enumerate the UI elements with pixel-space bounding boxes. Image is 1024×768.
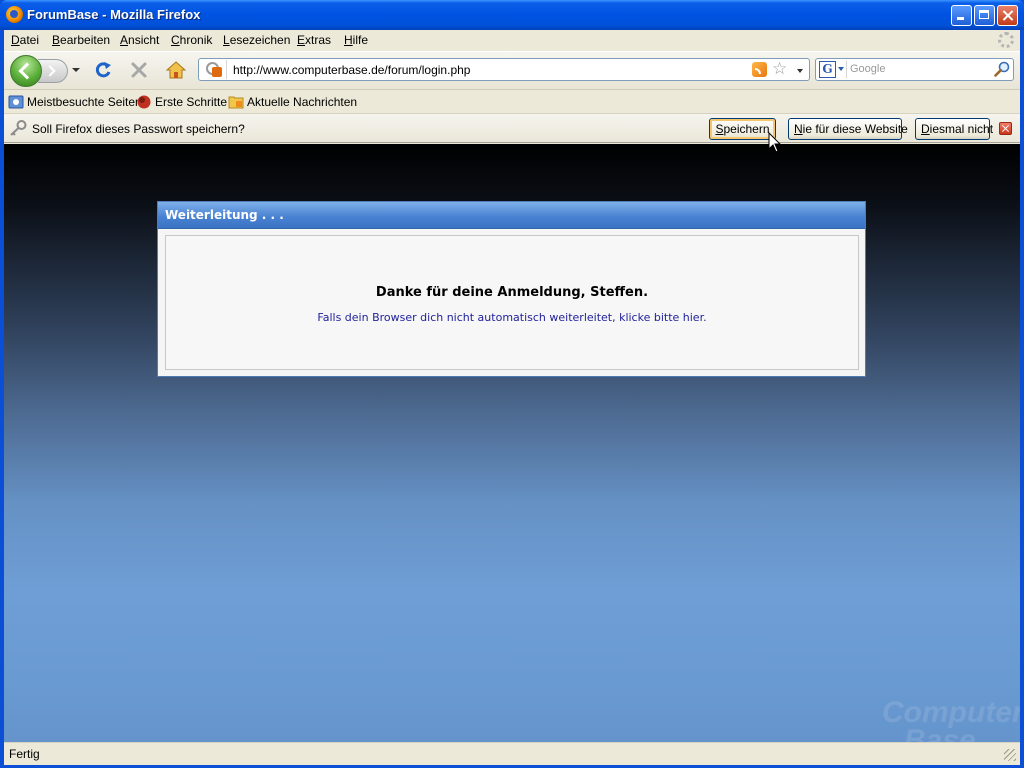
engine-dropdown-icon xyxy=(838,67,844,71)
window-frame-right xyxy=(1020,30,1024,768)
bookmarks-toolbar: Meistbesuchte Seiten Erste Schritte Aktu… xyxy=(4,90,1020,114)
back-button[interactable] xyxy=(10,55,42,87)
resize-grip-icon[interactable] xyxy=(1004,749,1016,761)
menu-hilfe[interactable]: Hilfe xyxy=(344,33,368,47)
bookmark-meistbesuchte-seiten[interactable]: Meistbesuchte Seiten xyxy=(8,93,142,111)
status-text: Fertig xyxy=(9,747,40,761)
history-dropdown-icon[interactable] xyxy=(72,68,80,72)
home-icon[interactable] xyxy=(166,60,186,80)
rss-folder-icon xyxy=(228,96,244,109)
bookmark-label: Meistbesuchte Seiten xyxy=(27,95,142,109)
menu-bar: Datei Bearbeiten Ansicht Chronik Lesezei… xyxy=(4,30,1020,50)
menu-accel: A xyxy=(120,33,129,47)
status-bar: Fertig xyxy=(4,742,1020,765)
window-title: ForumBase - Mozilla Firefox xyxy=(27,7,201,22)
url-text[interactable]: http://www.computerbase.de/forum/login.p… xyxy=(233,63,470,77)
menu-accel: E xyxy=(297,33,306,47)
menu-label: esezeichen xyxy=(229,33,291,47)
menu-extras[interactable]: Extras xyxy=(297,33,331,47)
menu-datei[interactable]: Datei xyxy=(11,33,39,47)
menu-accel: B xyxy=(52,33,61,47)
search-icon[interactable] xyxy=(994,61,1010,77)
button-label: peichern xyxy=(723,122,770,136)
button-label: ie für diese Website xyxy=(802,122,908,136)
watermark-line: Computer xyxy=(882,696,1020,729)
bookmark-aktuelle-nachrichten[interactable]: Aktuelle Nachrichten xyxy=(228,93,357,111)
bookmark-label: Erste Schritte xyxy=(155,95,228,109)
redirect-link[interactable]: Falls dein Browser dich nicht automatisc… xyxy=(166,311,858,324)
throbber-icon xyxy=(998,32,1014,48)
close-window-button[interactable] xyxy=(997,5,1018,26)
firefox-logo-icon xyxy=(6,6,23,23)
bookmark-star-icon[interactable]: ☆ xyxy=(772,60,787,79)
google-icon: G xyxy=(819,61,836,78)
notification-text: Soll Firefox dieses Passwort speichern? xyxy=(32,122,245,136)
forward-button[interactable] xyxy=(38,59,68,83)
computerbase-watermark: Computer Base xyxy=(882,696,1020,743)
menu-label: ilfe xyxy=(352,33,369,47)
redirect-panel-body: Danke für deine Anmeldung, Steffen. Fall… xyxy=(165,235,859,370)
key-icon xyxy=(10,120,27,136)
close-notification-icon[interactable] xyxy=(999,122,1012,135)
site-identity-icon[interactable] xyxy=(201,60,227,79)
firefox-bookmark-icon xyxy=(137,95,151,109)
button-accel: N xyxy=(794,122,803,136)
menu-bearbeiten[interactable]: Bearbeiten xyxy=(52,33,110,47)
reload-icon[interactable] xyxy=(94,61,112,79)
menu-label: atei xyxy=(19,33,40,47)
menu-accel: C xyxy=(171,33,180,47)
menu-lesezeichen[interactable]: Lesezeichen xyxy=(223,33,290,47)
maximize-button[interactable] xyxy=(974,5,995,26)
menu-accel: L xyxy=(223,33,230,47)
not-now-button[interactable]: Diesmal nicht xyxy=(915,118,994,140)
search-input[interactable] xyxy=(850,63,990,75)
menu-label: xtras xyxy=(305,33,332,47)
smart-folder-icon xyxy=(8,95,24,109)
stop-icon[interactable] xyxy=(130,61,148,79)
redirect-panel: Weiterleitung . . . Danke für deine Anme… xyxy=(157,201,866,377)
search-bar[interactable]: G xyxy=(815,58,1014,81)
menu-accel: H xyxy=(344,33,353,47)
browser-window: ForumBase - Mozilla Firefox Datei Bearbe… xyxy=(0,0,1024,768)
url-history-dropdown-icon[interactable] xyxy=(797,69,803,73)
menu-label: nsicht xyxy=(128,33,160,47)
button-label: iesmal nicht xyxy=(929,122,994,136)
rss-feed-icon[interactable] xyxy=(752,62,767,77)
never-save-button[interactable]: Nie für diese Website xyxy=(788,118,908,140)
redirect-title: Weiterleitung . . . xyxy=(165,208,284,222)
save-password-button[interactable]: Speichern xyxy=(709,118,776,140)
menu-ansicht[interactable]: Ansicht xyxy=(120,33,159,47)
thanks-message: Danke für deine Anmeldung, Steffen. xyxy=(375,285,649,300)
address-bar[interactable]: http://www.computerbase.de/forum/login.p… xyxy=(198,58,810,81)
redirect-panel-header: Weiterleitung . . . xyxy=(158,202,865,229)
menu-accel: D xyxy=(11,33,20,47)
page-content: Weiterleitung . . . Danke für deine Anme… xyxy=(4,144,1020,742)
menu-chronik[interactable]: Chronik xyxy=(171,33,212,47)
search-engine-selector[interactable]: G xyxy=(818,61,847,78)
navigation-toolbar: http://www.computerbase.de/forum/login.p… xyxy=(4,51,1020,90)
browser-chrome: Datei Bearbeiten Ansicht Chronik Lesezei… xyxy=(4,30,1020,144)
menu-label: earbeiten xyxy=(60,33,111,47)
mouse-cursor-icon xyxy=(768,132,782,153)
minimize-button[interactable] xyxy=(951,5,972,26)
watermark-line: Base xyxy=(904,724,976,743)
bookmark-erste-schritte[interactable]: Erste Schritte xyxy=(136,93,228,111)
title-bar[interactable]: ForumBase - Mozilla Firefox xyxy=(0,0,1024,30)
button-accel: D xyxy=(921,122,930,136)
menu-label: hronik xyxy=(179,33,213,47)
bookmark-label: Aktuelle Nachrichten xyxy=(247,95,358,109)
password-notification-bar: Soll Firefox dieses Passwort speichern? … xyxy=(4,114,1020,143)
